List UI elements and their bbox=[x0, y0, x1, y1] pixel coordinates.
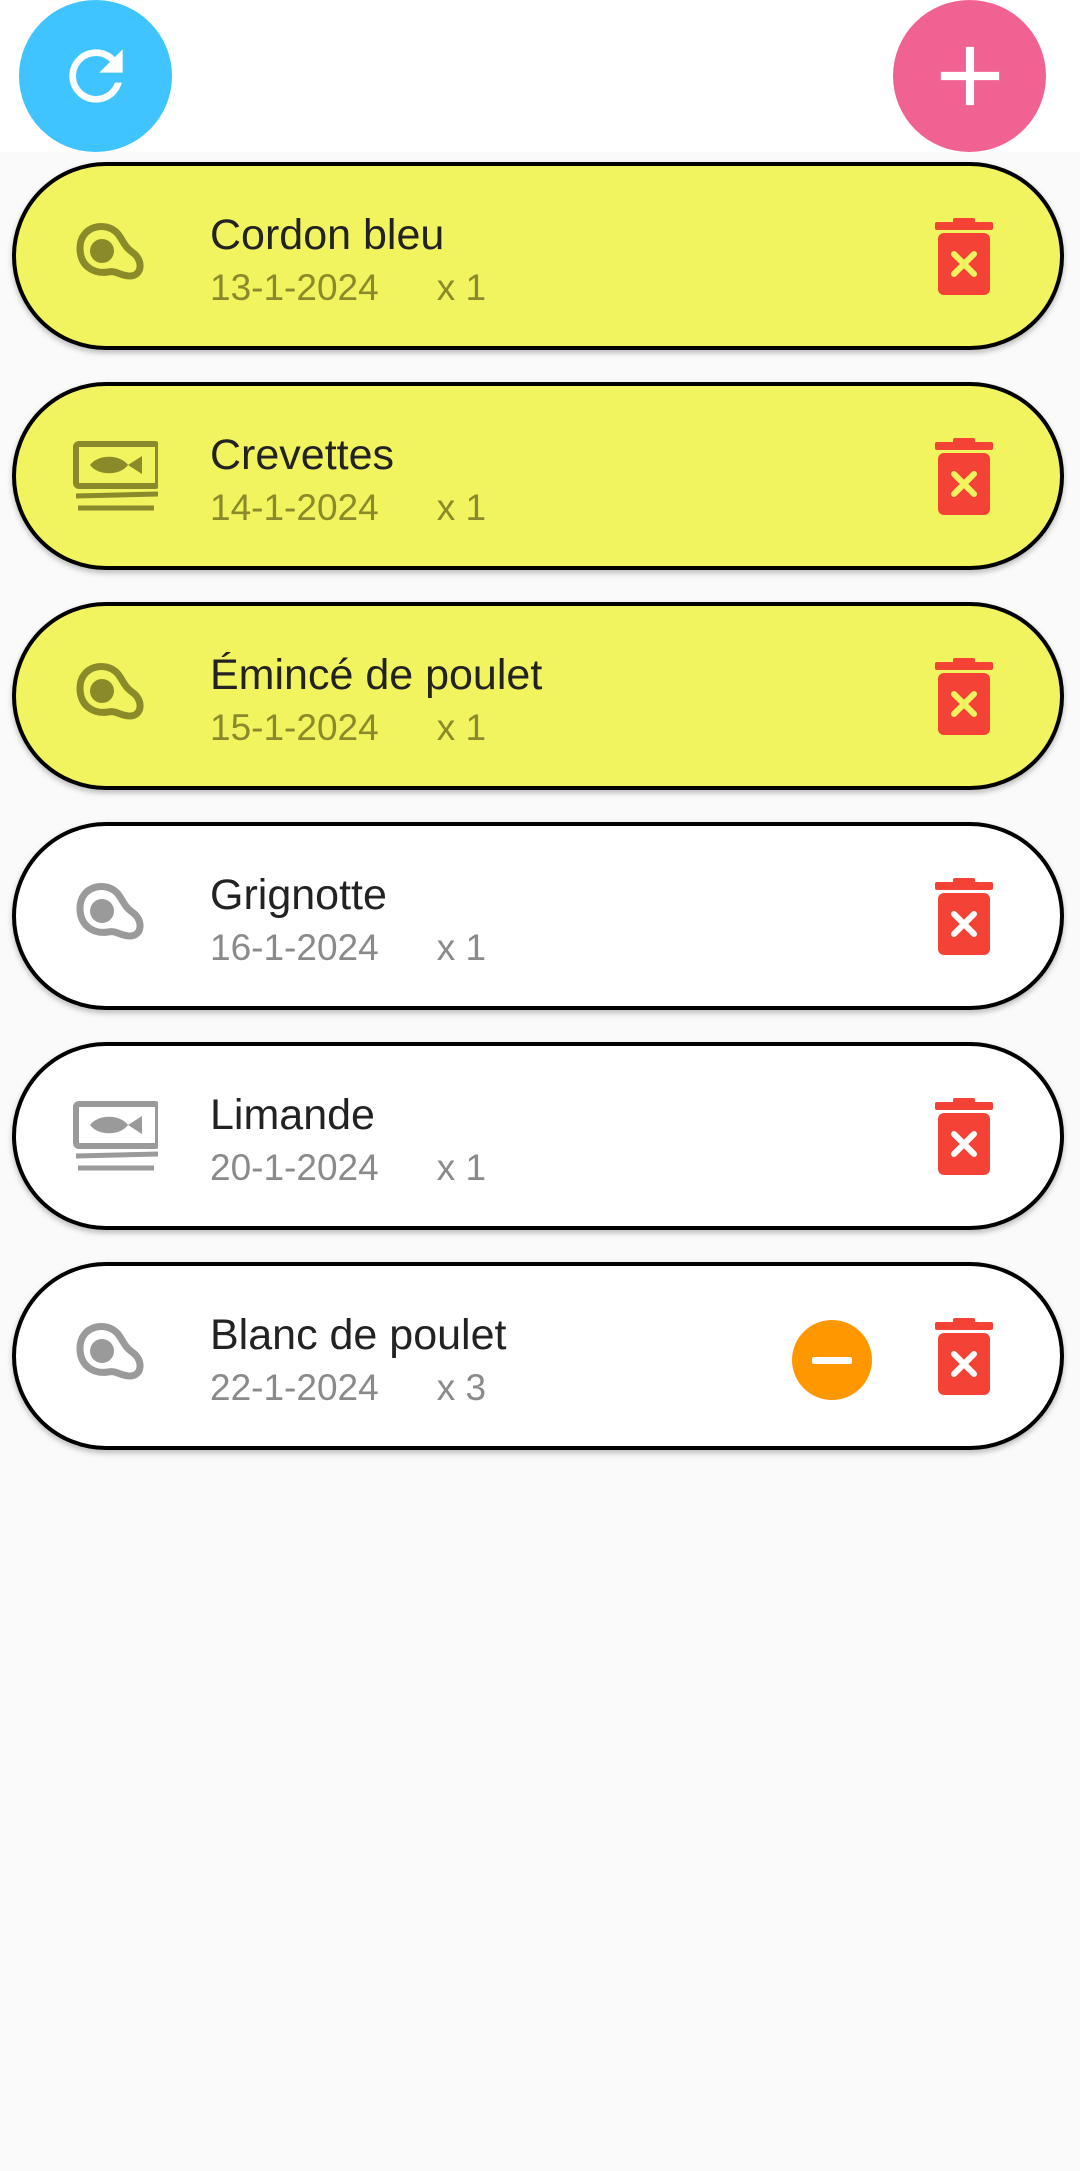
item-date: 15-1-2024 bbox=[210, 707, 379, 748]
trash-icon bbox=[935, 438, 993, 515]
delete-button[interactable] bbox=[929, 878, 999, 958]
item-date: 13-1-2024 bbox=[210, 267, 379, 308]
item-quantity: x 1 bbox=[436, 267, 487, 308]
item-date: 22-1-2024 bbox=[210, 1367, 379, 1408]
item-quantity: x 1 bbox=[436, 487, 487, 528]
meat-icon bbox=[58, 866, 158, 966]
item-date: 14-1-2024 bbox=[210, 487, 379, 528]
delete-button[interactable] bbox=[929, 658, 999, 738]
meat-icon bbox=[58, 1306, 158, 1406]
list-item[interactable]: Émincé de poulet 15-1-2024 x 1 bbox=[12, 602, 1064, 790]
delete-button[interactable] bbox=[929, 1098, 999, 1178]
add-button[interactable] bbox=[893, 0, 1046, 152]
item-date: 16-1-2024 bbox=[210, 927, 379, 968]
item-quantity: x 3 bbox=[436, 1367, 487, 1408]
top-bar bbox=[0, 0, 1080, 152]
list-item[interactable]: Grignotte 16-1-2024 x 1 bbox=[12, 822, 1064, 1010]
plus-icon bbox=[940, 46, 999, 106]
item-quantity: x 1 bbox=[436, 707, 487, 748]
delete-button[interactable] bbox=[929, 1318, 999, 1398]
trash-icon bbox=[935, 218, 993, 295]
item-name: Grignotte bbox=[210, 871, 387, 919]
trash-icon bbox=[935, 1318, 993, 1395]
item-name: Blanc de poulet bbox=[210, 1311, 507, 1359]
decrement-button[interactable] bbox=[792, 1320, 872, 1400]
delete-button[interactable] bbox=[929, 218, 999, 298]
trash-icon bbox=[935, 658, 993, 735]
list-item[interactable]: Blanc de poulet 22-1-2024 x 3 bbox=[12, 1262, 1064, 1450]
meat-icon bbox=[58, 206, 158, 306]
meat-icon bbox=[58, 646, 158, 746]
item-quantity: x 1 bbox=[436, 927, 487, 968]
item-name: Cordon bleu bbox=[210, 211, 445, 259]
item-name: Limande bbox=[210, 1091, 375, 1139]
list-item[interactable]: Limande 20-1-2024 x 1 bbox=[12, 1042, 1064, 1230]
list-item[interactable]: Crevettes 14-1-2024 x 1 bbox=[12, 382, 1064, 570]
item-name: Crevettes bbox=[210, 431, 395, 479]
item-quantity: x 1 bbox=[436, 1147, 487, 1188]
item-name: Émincé de poulet bbox=[210, 651, 543, 699]
list-item[interactable]: Cordon bleu 13-1-2024 x 1 bbox=[12, 162, 1064, 350]
fish-icon bbox=[58, 1086, 161, 1186]
delete-button[interactable] bbox=[929, 438, 999, 518]
trash-icon bbox=[935, 1098, 993, 1175]
fish-icon bbox=[58, 426, 161, 526]
refresh-icon bbox=[68, 49, 123, 103]
item-date: 20-1-2024 bbox=[210, 1147, 379, 1188]
trash-icon bbox=[935, 878, 993, 955]
minus-icon bbox=[812, 1356, 852, 1364]
refresh-button[interactable] bbox=[19, 0, 172, 152]
